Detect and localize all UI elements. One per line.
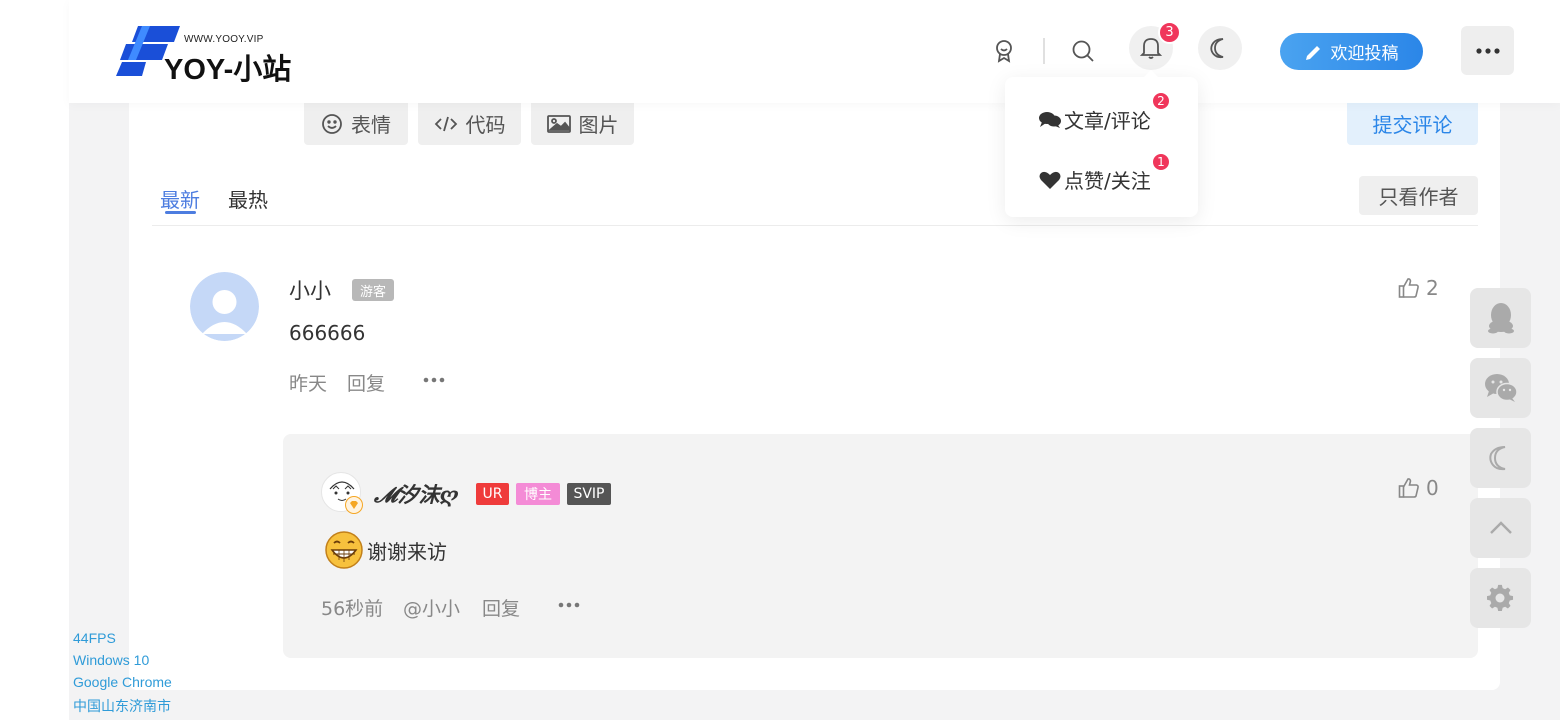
header-more-button[interactable] [1461, 26, 1514, 75]
reply-mention[interactable]: @小小 [403, 594, 460, 621]
wechat-button[interactable] [1470, 358, 1531, 418]
qq-button[interactable] [1470, 288, 1531, 348]
search-button[interactable] [1066, 34, 1100, 68]
site-logo[interactable]: WWW.YOOY.VIP YOY-小站 [116, 24, 316, 86]
user-tag-ur: UR [476, 483, 509, 505]
reply-button[interactable]: 回复 [482, 594, 520, 621]
more-dots-icon [423, 377, 445, 383]
like-count: 0 [1426, 476, 1439, 500]
notification-item-label: 文章/评论 [1064, 109, 1151, 133]
submit-post-button[interactable]: 欢迎投稿 [1280, 33, 1423, 70]
user-tag-blogger: 博主 [516, 483, 560, 505]
author-only-button[interactable]: 只看作者 [1359, 176, 1478, 215]
browser-readout: Google Chrome [73, 674, 172, 690]
comment-time: 昨天 [289, 373, 328, 395]
dropdown-arrow [1143, 70, 1159, 78]
likes-count-badge: 1 [1151, 152, 1171, 172]
grin-emoji-icon [324, 530, 364, 570]
moon-icon [1488, 446, 1505, 471]
default-avatar-icon [190, 272, 259, 341]
thumbs-up-icon [1398, 278, 1419, 298]
reply-text: 谢谢来访 [367, 540, 447, 564]
notification-item-label: 点赞/关注 [1064, 169, 1151, 193]
comments-count-badge: 2 [1151, 91, 1171, 111]
location-readout: 中国山东济南市 [73, 698, 171, 714]
like-button[interactable]: 2 [1398, 276, 1439, 300]
user-tag-svip: SVIP [567, 483, 611, 505]
reply-button[interactable]: 回复 [347, 369, 385, 396]
medal-icon [996, 40, 1012, 63]
submit-post-label: 欢迎投稿 [1330, 44, 1399, 64]
smile-icon [322, 113, 342, 134]
like-count: 2 [1426, 276, 1439, 300]
chevron-up-icon [1489, 521, 1512, 534]
side-dark-mode-button[interactable] [1470, 428, 1531, 488]
settings-button[interactable] [1470, 568, 1531, 628]
os-readout: Windows 10 [73, 652, 150, 668]
thumbs-up-icon [1398, 478, 1419, 498]
notification-item-likes[interactable]: 点赞/关注 [1039, 165, 1151, 194]
dark-mode-button[interactable] [1198, 26, 1242, 70]
avatar[interactable] [190, 272, 259, 341]
comments-icon [1039, 111, 1061, 128]
logo-domain: WWW.YOOY.VIP [184, 34, 264, 45]
image-button[interactable]: 图片 [531, 102, 634, 145]
reply-time: 56秒前 [321, 598, 384, 620]
code-button[interactable]: 代码 [418, 102, 521, 145]
moon-icon [1210, 38, 1224, 59]
reply-author[interactable]: 𝓜汐沫ღ [374, 479, 459, 509]
reply-container [283, 434, 1478, 658]
qq-penguin-icon [1487, 303, 1514, 334]
reply-more-button[interactable] [556, 595, 582, 615]
more-dots-icon [558, 602, 580, 608]
more-dots-icon [1475, 47, 1500, 54]
notification-count-badge: 3 [1158, 21, 1181, 44]
tabs-divider [152, 225, 1478, 226]
diamond-icon [350, 501, 358, 509]
emoji-button[interactable]: 表情 [304, 102, 408, 145]
comment-text: 666666 [289, 321, 366, 345]
image-label: 图片 [578, 113, 619, 137]
gear-icon [1486, 584, 1513, 611]
guest-badge: 游客 [352, 279, 394, 301]
vip-diamond-badge [345, 496, 363, 514]
site-header: WWW.YOOY.VIP YOY-小站 3 欢迎投稿 [69, 0, 1560, 103]
code-label: 代码 [465, 113, 506, 137]
notification-item-comments[interactable]: 文章/评论 [1039, 105, 1151, 134]
comment-more-button[interactable] [421, 370, 447, 390]
search-icon [1072, 40, 1094, 62]
active-tab-indicator [165, 211, 196, 214]
heart-icon [1039, 171, 1061, 189]
comment-author[interactable]: 小小 [289, 275, 331, 305]
medal-button[interactable] [987, 34, 1021, 68]
tab-hottest[interactable]: 最热 [228, 184, 268, 213]
submit-comment-button[interactable]: 提交评论 [1347, 102, 1478, 145]
image-icon [546, 114, 571, 133]
left-background-strip [0, 0, 69, 720]
back-to-top-button[interactable] [1470, 498, 1531, 558]
logo-title: YOY-小站 [164, 54, 292, 86]
like-button[interactable]: 0 [1398, 476, 1439, 500]
fps-readout: 44FPS [73, 630, 116, 646]
header-divider [1043, 38, 1045, 64]
code-icon [434, 116, 457, 131]
emoji-label: 表情 [351, 113, 391, 137]
pencil-icon [1305, 45, 1320, 60]
bell-icon [1140, 38, 1162, 59]
tab-newest[interactable]: 最新 [160, 184, 200, 213]
wechat-icon [1484, 374, 1518, 402]
notification-dropdown: 文章/评论 2 点赞/关注 1 [1005, 77, 1198, 217]
